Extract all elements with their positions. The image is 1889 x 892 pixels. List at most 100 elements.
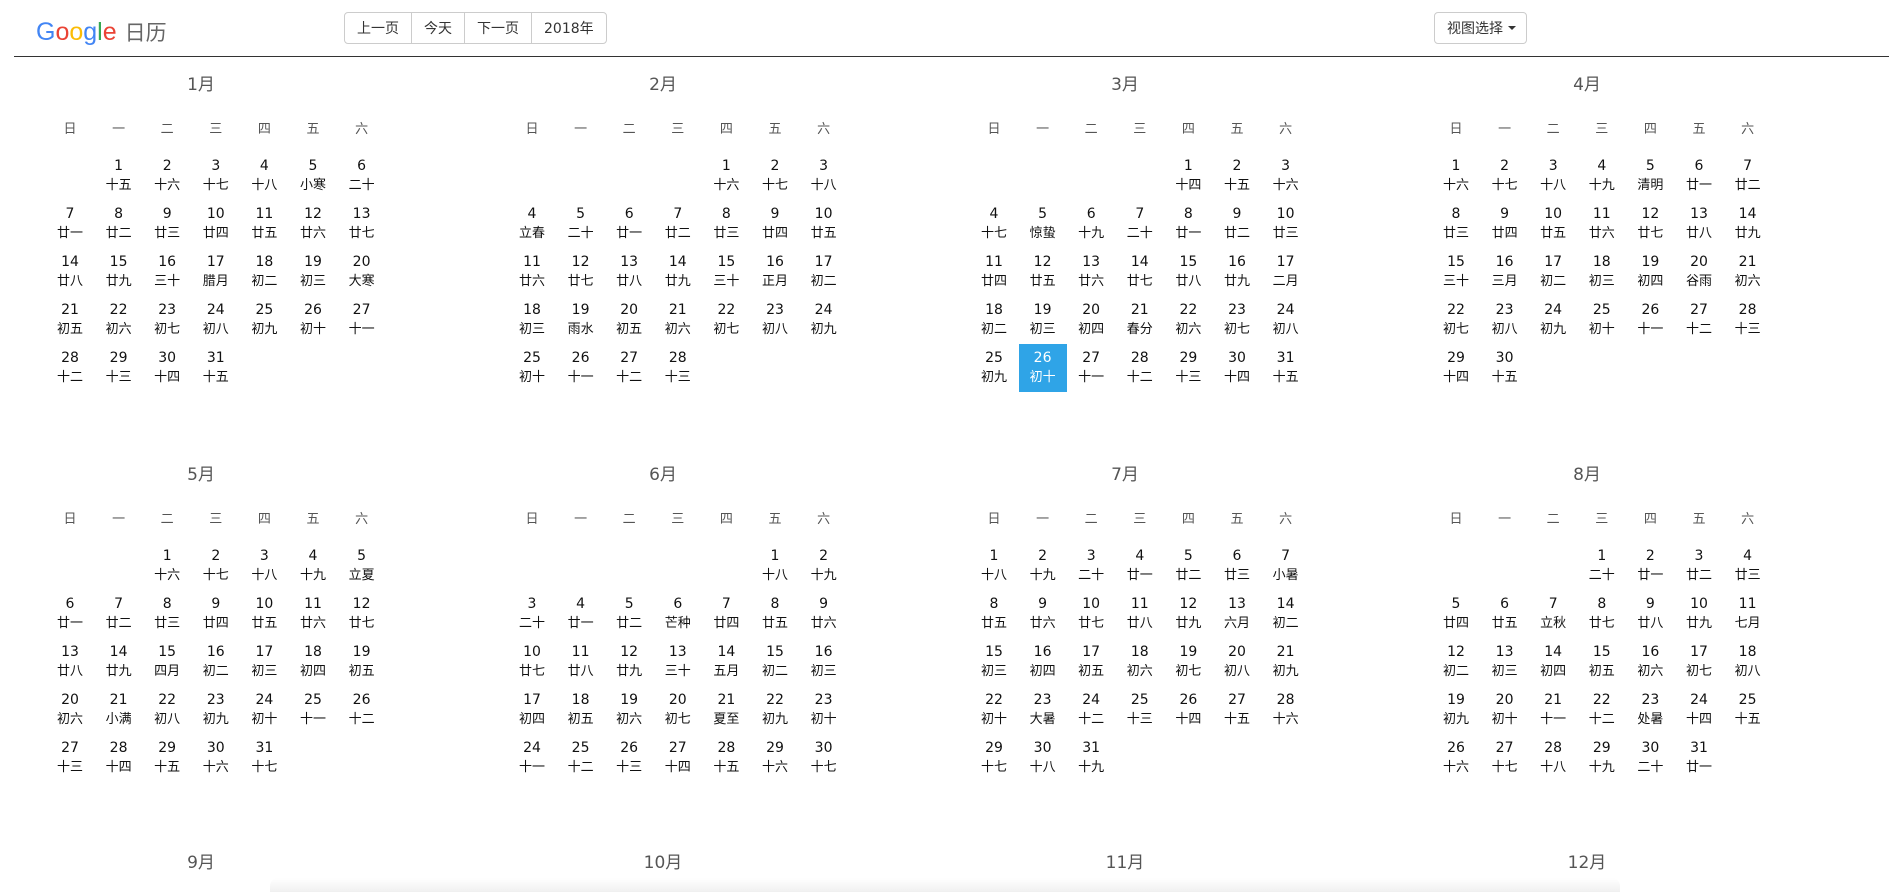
day-cell[interactable]: 28 十八: [1529, 734, 1577, 782]
day-cell[interactable]: 12 廿七: [1626, 200, 1674, 248]
day-cell[interactable]: 15 初二: [751, 638, 799, 686]
day-cell[interactable]: 28 十三: [1724, 296, 1772, 344]
day-cell[interactable]: 21 初六: [654, 296, 702, 344]
day-cell[interactable]: 3 十八: [1529, 152, 1577, 200]
day-cell[interactable]: 12 廿九: [605, 638, 653, 686]
day-cell[interactable]: 2 十七: [192, 542, 240, 590]
day-cell[interactable]: 17 初五: [1067, 638, 1115, 686]
day-cell[interactable]: 30 十七: [800, 734, 848, 782]
day-cell[interactable]: 1 十四: [1164, 152, 1212, 200]
day-cell[interactable]: 9 廿八: [1626, 590, 1674, 638]
day-cell[interactable]: 27 十五: [1213, 686, 1261, 734]
day-cell[interactable]: 31 十九: [1067, 734, 1115, 782]
day-cell[interactable]: 9 廿三: [143, 200, 191, 248]
day-cell[interactable]: 2 十五: [1213, 152, 1261, 200]
day-cell[interactable]: 24 初九: [800, 296, 848, 344]
day-cell[interactable]: 23 初八: [1481, 296, 1529, 344]
day-cell[interactable]: 22 初九: [751, 686, 799, 734]
day-cell[interactable]: 20 初五: [605, 296, 653, 344]
day-cell[interactable]: 1 十六: [1432, 152, 1480, 200]
day-cell[interactable]: 26 初十: [1018, 344, 1067, 392]
day-cell[interactable]: 7 廿二: [654, 200, 702, 248]
day-cell[interactable]: 26 十一: [557, 344, 605, 392]
day-cell[interactable]: 12 廿七: [338, 590, 386, 638]
day-cell[interactable]: 28 十五: [702, 734, 750, 782]
day-cell[interactable]: 8 廿三: [143, 590, 191, 638]
day-cell[interactable]: 29 十六: [751, 734, 799, 782]
day-cell[interactable]: 19 初三: [1019, 296, 1067, 344]
day-cell[interactable]: 27 十一: [338, 296, 386, 344]
day-cell[interactable]: 10 廿九: [1675, 590, 1723, 638]
day-cell[interactable]: 22 初七: [702, 296, 750, 344]
day-cell[interactable]: 7 廿一: [46, 200, 94, 248]
day-cell[interactable]: 3 十八: [800, 152, 848, 200]
day-cell[interactable]: 10 廿七: [1067, 590, 1115, 638]
day-cell[interactable]: 15 三十: [702, 248, 750, 296]
day-cell[interactable]: 27 十二: [605, 344, 653, 392]
day-cell[interactable]: 11 七月: [1724, 590, 1772, 638]
day-cell[interactable]: 31 十五: [1262, 344, 1310, 392]
day-cell[interactable]: 30 十六: [192, 734, 240, 782]
day-cell[interactable]: 30 十四: [143, 344, 191, 392]
day-cell[interactable]: 10 廿七: [508, 638, 556, 686]
day-cell[interactable]: 14 廿八: [46, 248, 94, 296]
day-cell[interactable]: 13 三十: [654, 638, 702, 686]
day-cell[interactable]: 21 夏至: [702, 686, 750, 734]
day-cell[interactable]: 20 初七: [654, 686, 702, 734]
day-cell[interactable]: 6 廿三: [1213, 542, 1261, 590]
day-cell[interactable]: 10 廿三: [1262, 200, 1310, 248]
day-cell[interactable]: 2 十七: [1481, 152, 1529, 200]
day-cell[interactable]: 27 十四: [654, 734, 702, 782]
day-cell[interactable]: 28 十二: [1116, 344, 1164, 392]
day-cell[interactable]: 13 廿八: [1675, 200, 1723, 248]
day-cell[interactable]: 20 初八: [1213, 638, 1261, 686]
day-cell[interactable]: 25 初九: [970, 344, 1018, 392]
day-cell[interactable]: 8 廿一: [1164, 200, 1212, 248]
day-cell[interactable]: 5 惊蛰: [1019, 200, 1067, 248]
day-cell[interactable]: 8 廿七: [1578, 590, 1626, 638]
day-cell[interactable]: 1 十六: [702, 152, 750, 200]
day-cell[interactable]: 19 初三: [289, 248, 337, 296]
day-cell[interactable]: 14 廿九: [654, 248, 702, 296]
day-cell[interactable]: 31 十五: [192, 344, 240, 392]
google-calendar-logo[interactable]: Google 日历: [36, 17, 167, 47]
day-cell[interactable]: 1 二十: [1578, 542, 1626, 590]
day-cell[interactable]: 3 十六: [1262, 152, 1310, 200]
day-cell[interactable]: 15 四月: [143, 638, 191, 686]
day-cell[interactable]: 21 十一: [1529, 686, 1577, 734]
day-cell[interactable]: 13 六月: [1213, 590, 1261, 638]
day-cell[interactable]: 14 廿九: [1724, 200, 1772, 248]
day-cell[interactable]: 6 二十: [338, 152, 386, 200]
day-cell[interactable]: 23 初八: [751, 296, 799, 344]
day-cell[interactable]: 7 二十: [1116, 200, 1164, 248]
day-cell[interactable]: 17 初二: [800, 248, 848, 296]
day-cell[interactable]: 29 十九: [1578, 734, 1626, 782]
day-cell[interactable]: 7 立秋: [1529, 590, 1577, 638]
day-cell[interactable]: 17 初三: [240, 638, 288, 686]
day-cell[interactable]: 4 十七: [970, 200, 1018, 248]
day-cell[interactable]: 23 初九: [192, 686, 240, 734]
day-cell[interactable]: 18 初二: [970, 296, 1018, 344]
prev-page-button[interactable]: 上一页: [344, 12, 412, 44]
day-cell[interactable]: 3 十八: [240, 542, 288, 590]
day-cell[interactable]: 30 二十: [1626, 734, 1674, 782]
day-cell[interactable]: 26 十六: [1432, 734, 1480, 782]
day-cell[interactable]: 18 初三: [508, 296, 556, 344]
day-cell[interactable]: 20 初十: [1481, 686, 1529, 734]
day-cell[interactable]: 8 廿三: [1432, 200, 1480, 248]
day-cell[interactable]: 9 廿二: [1213, 200, 1261, 248]
day-cell[interactable]: 24 十四: [1675, 686, 1723, 734]
day-cell[interactable]: 25 十三: [1116, 686, 1164, 734]
day-cell[interactable]: 12 廿六: [289, 200, 337, 248]
day-cell[interactable]: 25 初十: [508, 344, 556, 392]
day-cell[interactable]: 1 十八: [751, 542, 799, 590]
day-cell[interactable]: 18 初三: [1578, 248, 1626, 296]
day-cell[interactable]: 12 廿七: [557, 248, 605, 296]
day-cell[interactable]: 12 廿五: [1019, 248, 1067, 296]
day-cell[interactable]: 2 十九: [800, 542, 848, 590]
day-cell[interactable]: 27 十一: [1067, 344, 1115, 392]
day-cell[interactable]: 13 廿八: [605, 248, 653, 296]
day-cell[interactable]: 23 初七: [143, 296, 191, 344]
day-cell[interactable]: 18 初八: [1724, 638, 1772, 686]
day-cell[interactable]: 2 十七: [751, 152, 799, 200]
